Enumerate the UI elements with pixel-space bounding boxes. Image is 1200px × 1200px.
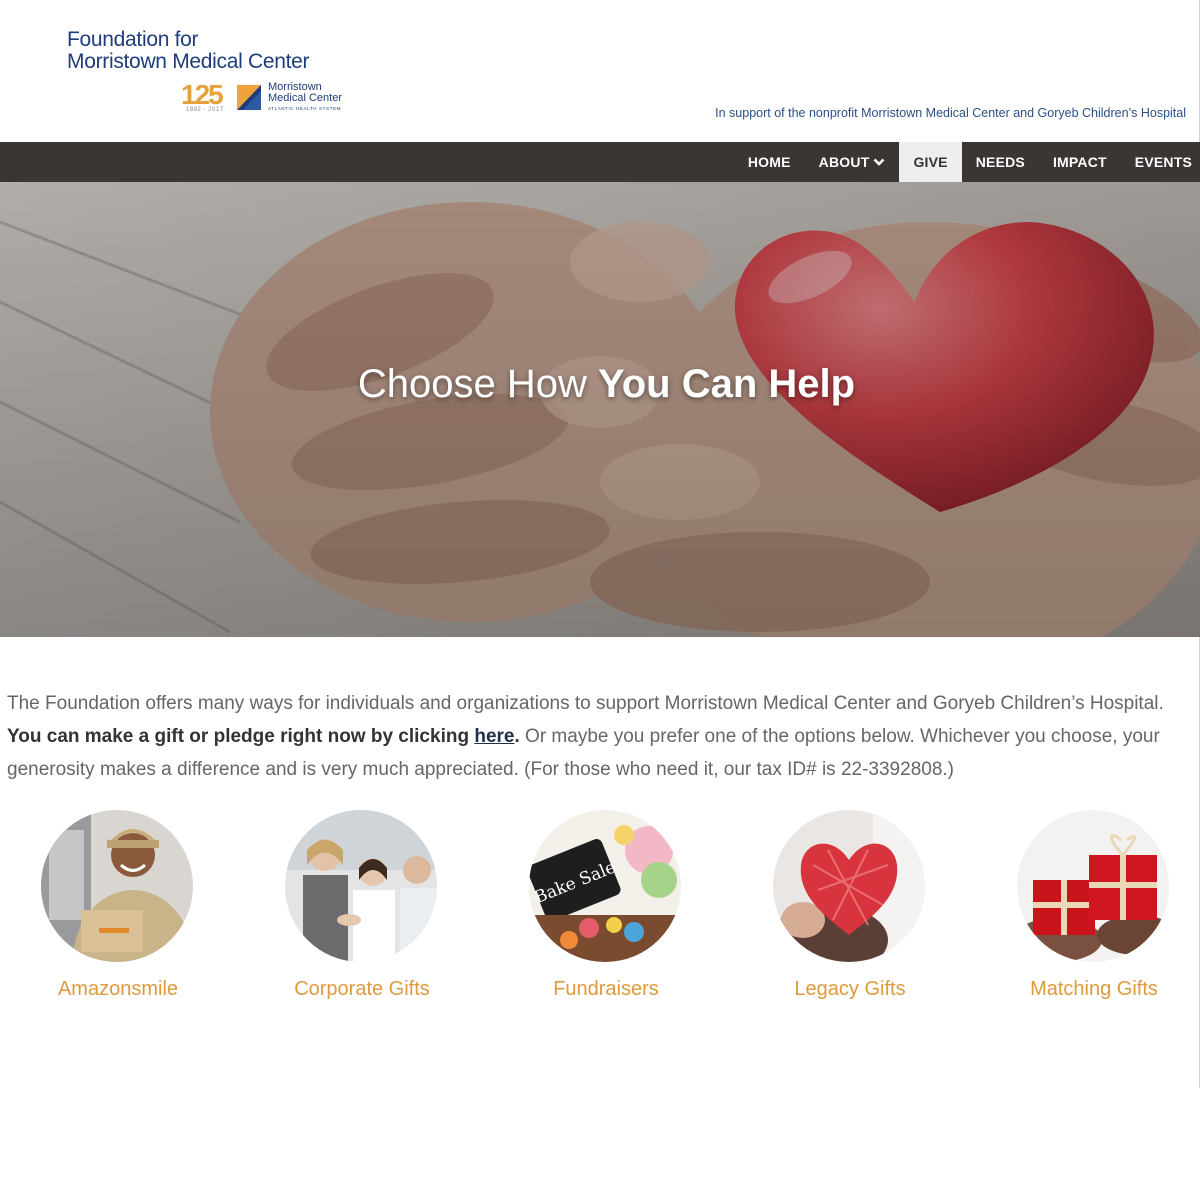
nav-item-give[interactable]: GIVE — [899, 142, 962, 182]
anniversary-badge: 125 1892 - 2017 Morristown Medical Cente… — [181, 79, 361, 114]
hospital-mark-icon — [237, 85, 261, 110]
hero-title: Choose How You Can Help — [0, 362, 1200, 407]
option-label[interactable]: Amazonsmile — [3, 978, 233, 1001]
nav-item-events[interactable]: EVENTS — [1121, 142, 1200, 182]
nav-item-about[interactable]: ABOUT — [805, 142, 900, 182]
intro-paragraph: The Foundation offers many ways for indi… — [7, 687, 1197, 786]
option-legacy-gifts[interactable]: Legacy Gifts — [735, 810, 965, 1010]
delivery-person-photo-icon[interactable] — [41, 810, 193, 962]
option-label[interactable]: Legacy Gifts — [735, 978, 965, 1001]
hero-title-bold: You Can Help — [598, 362, 856, 406]
intro-bold-text: You can make a gift or pledge right now … — [7, 726, 520, 747]
logo-title-line1: Foundation for — [67, 28, 199, 51]
site-tagline: In support of the nonprofit Morristown M… — [715, 106, 1186, 120]
hero-title-light: Choose How — [357, 362, 599, 406]
intro-bold-prefix: You can make a gift or pledge right now … — [7, 726, 475, 747]
option-fundraisers[interactable]: Bake Sale Fundraisers — [491, 810, 721, 1010]
gift-boxes-photo-icon[interactable] — [1017, 810, 1169, 962]
option-label[interactable]: Fundraisers — [491, 978, 721, 1001]
nav-item-impact[interactable]: IMPACT — [1039, 142, 1121, 182]
hands-holding-heart-image — [0, 182, 1200, 637]
option-label[interactable]: Corporate Gifts — [247, 978, 477, 1001]
business-handshake-photo-icon[interactable] — [285, 810, 437, 962]
option-amazonsmile[interactable]: Amazonsmile — [3, 810, 233, 1010]
nav-item-about-label: ABOUT — [818, 154, 870, 170]
give-now-link[interactable]: here — [474, 726, 514, 747]
chevron-down-icon — [874, 158, 885, 166]
intro-text-1: The Foundation offers many ways for indi… — [7, 693, 1164, 714]
hero-banner: Choose How You Can Help — [0, 182, 1200, 637]
logo-title-line2: Morristown Medical Center — [67, 50, 310, 73]
option-label[interactable]: Matching Gifts — [979, 978, 1200, 1001]
nav-item-needs[interactable]: NEEDS — [962, 142, 1039, 182]
main-navigation: HOME ABOUT GIVE NEEDS IMPACT EVENTS — [0, 142, 1200, 182]
health-system-name: ATLANTIC HEALTH SYSTEM — [268, 106, 342, 111]
option-matching-gifts[interactable]: Matching Gifts — [979, 810, 1200, 1010]
nav-item-home[interactable]: HOME — [734, 142, 805, 182]
foundation-logo[interactable]: Foundation for Morristown Medical Center… — [66, 27, 356, 119]
site-header: Foundation for Morristown Medical Center… — [0, 0, 1200, 142]
heart-in-hands-photo-icon[interactable] — [773, 810, 925, 962]
option-corporate-gifts[interactable]: Corporate Gifts — [247, 810, 477, 1010]
bake-sale-photo-icon[interactable]: Bake Sale — [529, 810, 681, 962]
anniversary-org-line2: Medical Center — [268, 92, 342, 104]
anniversary-years: 1892 - 2017 — [186, 107, 224, 113]
